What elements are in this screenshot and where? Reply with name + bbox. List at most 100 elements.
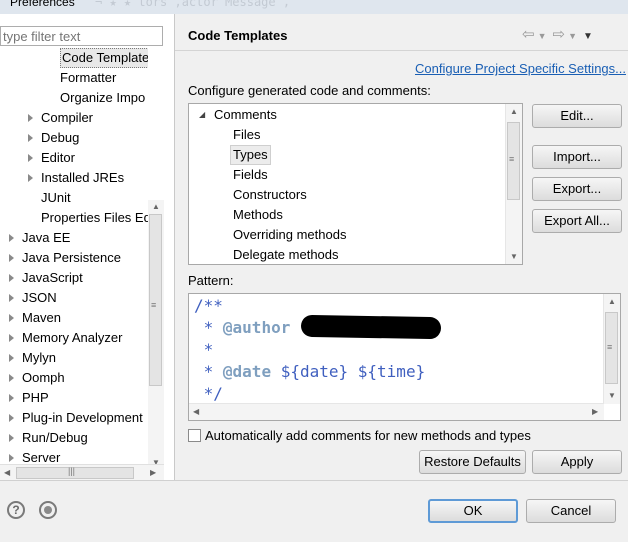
scroll-up-arrow-icon[interactable]: ▲ [152,202,160,211]
expand-arrow-icon[interactable] [28,174,33,182]
export-button[interactable]: Export... [532,177,622,201]
apply-button[interactable]: Apply [532,450,622,474]
scroll-down-arrow-icon[interactable]: ▼ [510,252,518,261]
sidebar-item[interactable]: JSON [0,288,148,308]
template-item[interactable]: Types [189,145,507,165]
template-item[interactable]: Methods [189,205,507,225]
expand-arrow-icon[interactable] [9,234,14,242]
expand-arrow-icon[interactable] [9,354,14,362]
cancel-button[interactable]: Cancel [526,499,616,523]
forward-arrow-icon[interactable]: ⇨ [553,26,566,43]
filter-box[interactable] [0,26,163,46]
sidebar-item-label: Editor [41,150,75,165]
scroll-up-arrow-icon[interactable]: ▲ [510,107,518,116]
sidebar-item-label: PHP [22,390,49,405]
template-item-label: Constructors [233,187,307,202]
sidebar-item[interactable]: Oomph [0,368,148,388]
help-icon[interactable]: ? [7,501,25,519]
sidebar-item[interactable]: Formatter [0,68,148,88]
expand-arrow-icon[interactable] [9,334,14,342]
pattern-line-4-prefix: * [194,362,223,381]
templates-vertical-scrollbar[interactable]: ▲ ≡ ▼ [505,104,522,264]
sidebar-item-label: Compiler [41,110,94,125]
import-button[interactable]: Import... [532,145,622,169]
sidebar-item[interactable]: JavaScript [0,268,148,288]
pattern-line-2: * @author [194,318,291,337]
sidebar-item[interactable]: Debug [0,128,148,148]
expand-arrow-icon[interactable] [28,134,33,142]
sidebar-item[interactable]: Editor [0,148,148,168]
template-item[interactable]: Delegate methods [189,245,507,264]
expand-arrow-icon[interactable] [9,294,14,302]
pattern-editor[interactable]: /** * @author * * @date ${date} ${time} … [188,293,621,421]
sidebar-item[interactable]: PHP [0,388,148,408]
filter-input[interactable] [1,27,158,45]
chevron-down-icon[interactable]: ▼ [568,31,577,41]
expand-arrow-icon[interactable] [28,114,33,122]
sidebar-item[interactable]: Properties Files Ed [0,208,148,228]
template-item[interactable]: Files [189,125,507,145]
expand-arrow-icon[interactable] [9,274,14,282]
page-title: Code Templates [188,28,288,43]
date-tag: @date [222,362,272,381]
pattern-horizontal-scrollbar[interactable]: ◀ ▶ [189,403,604,420]
sidebar-item-label: Java Persistence [22,250,121,265]
expand-arrow-icon[interactable] [9,454,14,462]
grip-icon: ||| [68,466,76,476]
scroll-right-arrow-icon[interactable]: ▶ [592,407,598,416]
edit-button[interactable]: Edit... [532,104,622,128]
expand-arrow-icon[interactable] [9,434,14,442]
configure-label: Configure generated code and comments: [188,83,431,98]
window-title-bar: Preferences ¬ ★ ★ tors ,actor Message , [0,0,628,14]
sidebar-vertical-scrollbar[interactable]: ▲ ≡ ▼ [148,200,164,470]
template-item-label: Fields [233,167,268,182]
scroll-right-arrow-icon[interactable]: ▶ [150,468,156,477]
expand-arrow-icon[interactable] [9,374,14,382]
preferences-tree: Code Template Formatter Organize Impo Compi… [0,48,148,468]
sidebar-item[interactable]: Installed JREs [0,168,148,188]
expand-arrow-icon[interactable] [9,394,14,402]
sidebar-item[interactable]: JUnit [0,188,148,208]
chevron-down-icon[interactable]: ▼ [538,31,547,41]
sidebar-item[interactable]: Compiler [0,108,148,128]
templates-tree[interactable]: ◢ Comments Files Types Fields Constructors Met… [188,103,523,265]
record-icon[interactable] [39,501,57,519]
grip-icon: ≡ [151,300,157,310]
expand-arrow-icon[interactable] [9,254,14,262]
scroll-left-arrow-icon[interactable]: ◀ [4,468,10,477]
collapse-arrow-icon[interactable]: ◢ [199,105,205,125]
scroll-left-arrow-icon[interactable]: ◀ [193,407,199,416]
sidebar-item[interactable]: Maven [0,308,148,328]
sidebar-item[interactable]: Plug-in Development [0,408,148,428]
expand-arrow-icon[interactable] [9,314,14,322]
auto-comments-label[interactable]: Automatically add comments for new metho… [205,428,531,443]
sidebar-item-label: Mylyn [22,350,56,365]
back-arrow-icon[interactable]: ⇦ [522,26,535,43]
scroll-down-arrow-icon[interactable]: ▼ [608,391,616,400]
sidebar-item[interactable]: Java Persistence [0,248,148,268]
template-item[interactable]: ◢ Comments [189,105,507,125]
auto-comments-checkbox[interactable] [188,429,201,442]
template-item[interactable]: Overriding methods [189,225,507,245]
configure-project-settings-link[interactable]: Configure Project Specific Settings... [415,61,626,76]
sidebar-item[interactable]: Java EE [0,228,148,248]
expand-arrow-icon[interactable] [9,414,14,422]
ok-button[interactable]: OK [428,499,518,523]
template-item[interactable]: Constructors [189,185,507,205]
author-tag: @author [222,318,291,337]
sidebar-item[interactable]: Mylyn [0,348,148,368]
export-all-button[interactable]: Export All... [532,209,622,233]
restore-defaults-button[interactable]: Restore Defaults [419,450,526,474]
sidebar-item[interactable]: Organize Impo [0,88,148,108]
sidebar-item[interactable]: Run/Debug [0,428,148,448]
sidebar-item[interactable]: Memory Analyzer [0,328,148,348]
expand-arrow-icon[interactable] [28,154,33,162]
sidebar-item[interactable]: Code Template [0,48,148,68]
view-menu-icon[interactable]: ▼ [583,31,593,42]
sidebar-item-label: Maven [22,310,62,325]
pattern-vertical-scrollbar[interactable]: ▲ ≡ ▼ [603,294,620,404]
template-item[interactable]: Fields [189,165,507,185]
scroll-up-arrow-icon[interactable]: ▲ [608,297,616,306]
sidebar-horizontal-scrollbar[interactable]: ◀ ||| ▶ [0,464,164,481]
sidebar-item-label: JUnit [41,190,71,205]
